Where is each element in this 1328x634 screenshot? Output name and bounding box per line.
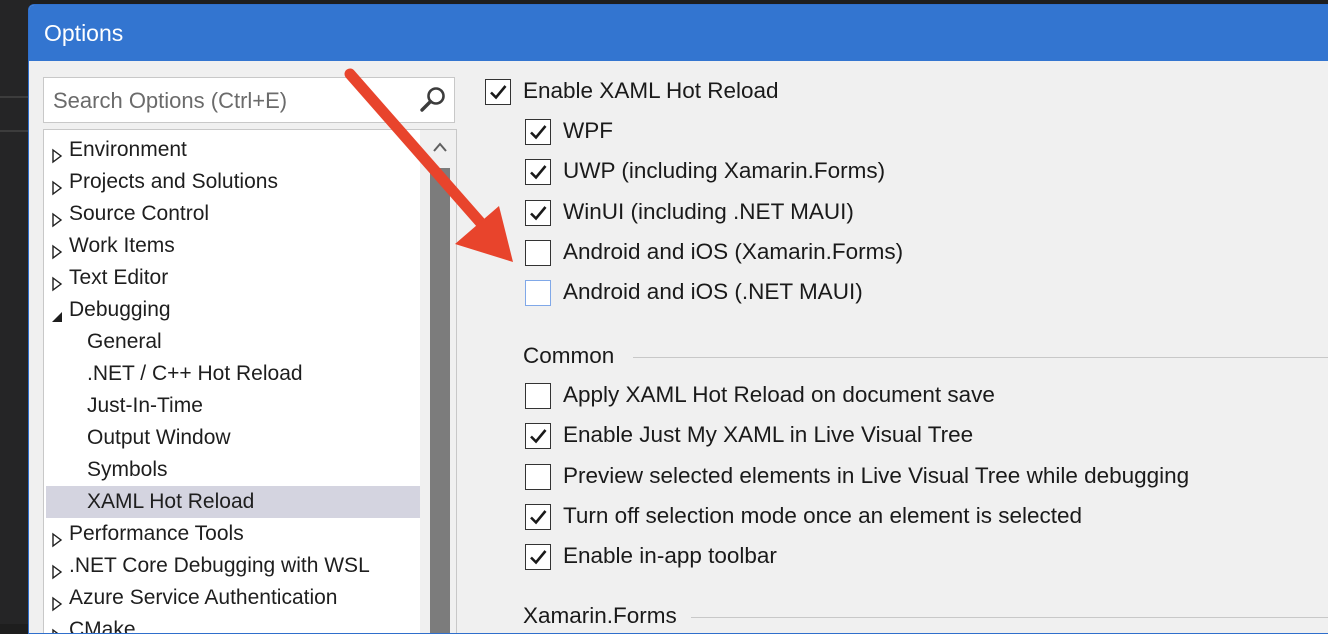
- tree-item[interactable]: Azure Service Authentication: [44, 582, 420, 614]
- option-checkbox[interactable]: [525, 119, 551, 145]
- dialog-title: Options: [44, 20, 124, 46]
- tree-item-label: .NET / C++ Hot Reload: [87, 362, 303, 385]
- tree-item[interactable]: CMake: [44, 614, 420, 634]
- tree-item[interactable]: .NET / C++ Hot Reload: [44, 358, 420, 390]
- option-checkbox[interactable]: [525, 503, 551, 530]
- tree-item[interactable]: Output Window: [44, 422, 420, 454]
- tree-item[interactable]: Projects and Solutions: [44, 166, 420, 198]
- tree-item[interactable]: Just-In-Time: [44, 390, 420, 422]
- background-divider: [0, 130, 30, 132]
- collapsed-arrow-icon[interactable]: [50, 270, 64, 292]
- tree-item-label: Projects and Solutions: [69, 170, 278, 193]
- tree-item-label: .NET Core Debugging with WSL: [69, 554, 370, 577]
- tree-item[interactable]: Performance Tools: [44, 518, 420, 550]
- title-bar: Options: [29, 5, 1328, 61]
- scroll-up-icon[interactable]: [430, 138, 450, 158]
- tree-item-label: Performance Tools: [69, 522, 244, 545]
- option-checkbox[interactable]: [525, 159, 551, 186]
- tree-item-label: Azure Service Authentication: [69, 586, 338, 609]
- tree-item-label: Output Window: [87, 426, 231, 449]
- tree-item[interactable]: Text Editor: [44, 262, 420, 294]
- option-checkbox[interactable]: [525, 280, 551, 307]
- tree-item[interactable]: Debugging: [44, 294, 420, 326]
- tree-item-label: Symbols: [87, 458, 168, 481]
- xamarin-group-title: Xamarin.Forms: [523, 603, 677, 628]
- collapsed-arrow-icon[interactable]: [50, 526, 64, 548]
- collapsed-arrow-icon[interactable]: [50, 238, 64, 260]
- option-label: Preview selected elements in Live Visual…: [563, 462, 1190, 488]
- collapsed-arrow-icon[interactable]: [50, 142, 64, 164]
- background-divider: [0, 96, 30, 98]
- search-icon[interactable]: [418, 85, 448, 115]
- tree-item[interactable]: .NET Core Debugging with WSL: [44, 550, 420, 582]
- tree-item[interactable]: Source Control: [44, 198, 420, 230]
- tree-item-label: Just-In-Time: [87, 394, 203, 417]
- option-label: WPF: [563, 118, 613, 143]
- tree-item[interactable]: XAML Hot Reload: [46, 486, 420, 518]
- option-label: Android and iOS (Xamarin.Forms): [563, 238, 904, 264]
- tree-item-label: Work Items: [69, 234, 175, 257]
- option-label: Turn off selection mode once an element …: [563, 502, 1083, 528]
- collapsed-arrow-icon[interactable]: [50, 590, 64, 612]
- expanded-arrow-icon[interactable]: [50, 302, 64, 322]
- collapsed-arrow-icon[interactable]: [50, 206, 64, 228]
- options-dialog: Options Search Options (Ctrl+E) Environm…: [28, 4, 1328, 634]
- search-placeholder: Search Options (Ctrl+E): [53, 88, 288, 113]
- tree-item-label: XAML Hot Reload: [87, 490, 255, 513]
- tree-scrollbar[interactable]: [420, 130, 456, 633]
- search-input[interactable]: Search Options (Ctrl+E): [43, 77, 455, 123]
- enable-hot-reload-label: Enable XAML Hot Reload: [523, 78, 779, 103]
- option-label: Apply XAML Hot Reload on document save: [563, 382, 995, 407]
- collapsed-arrow-icon[interactable]: [50, 174, 64, 196]
- option-checkbox[interactable]: [525, 383, 551, 409]
- option-checkbox[interactable]: [525, 239, 551, 266]
- background-ide: [0, 0, 30, 624]
- option-checkbox[interactable]: [525, 199, 551, 226]
- collapsed-arrow-icon[interactable]: [50, 558, 64, 580]
- option-checkbox[interactable]: [525, 423, 551, 450]
- tree-item[interactable]: Work Items: [44, 230, 420, 262]
- common-group-divider: [633, 357, 1328, 358]
- option-checkbox[interactable]: [525, 463, 551, 490]
- tree-item[interactable]: Environment: [44, 134, 420, 166]
- tree-item-label: Debugging: [69, 298, 171, 321]
- option-label: UWP (including Xamarin.Forms): [563, 158, 886, 184]
- option-checkbox[interactable]: [525, 544, 551, 571]
- option-label: WinUI (including .NET MAUI): [563, 198, 854, 224]
- option-label: Enable in-app toolbar: [563, 543, 777, 569]
- tree-item-label: CMake: [69, 618, 136, 634]
- tree-item-label: Text Editor: [69, 266, 169, 289]
- option-label: Enable Just My XAML in Live Visual Tree: [563, 422, 974, 448]
- scrollbar-thumb[interactable]: [430, 168, 450, 633]
- tree-item-label: Environment: [69, 138, 187, 161]
- tree-item-label: General: [87, 330, 162, 353]
- tree-item[interactable]: Symbols: [44, 454, 420, 486]
- enable-hot-reload-checkbox[interactable]: [485, 79, 511, 105]
- common-group-title: Common: [523, 343, 615, 368]
- tree-item-label: Source Control: [69, 202, 210, 225]
- tree-item[interactable]: General: [44, 326, 420, 358]
- xamarin-group-divider: [691, 617, 1328, 618]
- options-tree[interactable]: Environment Projects and Solutions Source …: [43, 129, 457, 634]
- option-label: Android and iOS (.NET MAUI): [563, 279, 863, 305]
